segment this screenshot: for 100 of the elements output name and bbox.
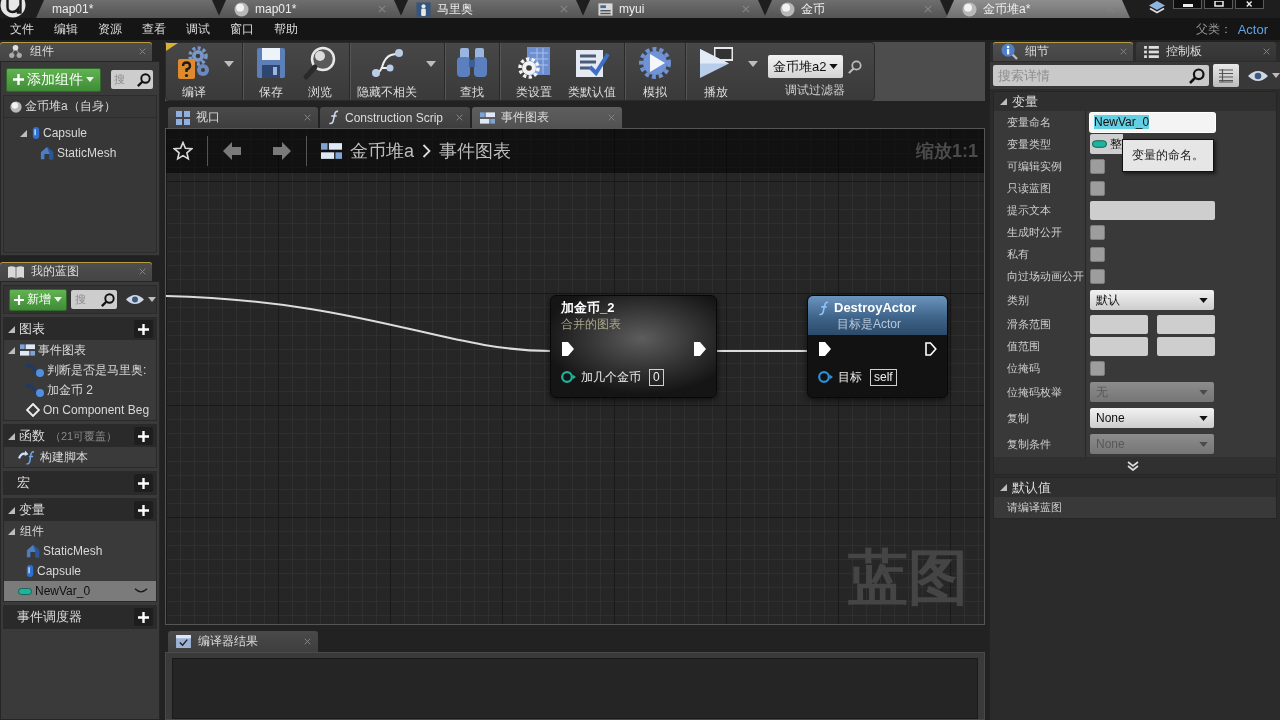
pin-value-field[interactable]: self	[870, 368, 897, 386]
expander-icon[interactable]	[20, 129, 27, 137]
expander-icon[interactable]	[8, 527, 15, 535]
expander-icon[interactable]	[8, 346, 15, 354]
expander-icon[interactable]	[1000, 98, 1007, 105]
close-icon[interactable]	[139, 268, 146, 275]
panel-tab[interactable]: 细节	[993, 42, 1133, 61]
pin-value-field[interactable]: 0	[649, 368, 664, 386]
toolbar-button[interactable]: 编译	[170, 43, 218, 99]
exec-pin-icon[interactable]	[819, 342, 831, 356]
forward-arrow-icon[interactable]	[272, 141, 292, 161]
parent-class-link[interactable]: Actor	[1237, 21, 1268, 37]
close-icon[interactable]	[304, 638, 311, 645]
caret-icon[interactable]	[426, 61, 436, 67]
add-button[interactable]	[134, 427, 153, 445]
caret-icon[interactable]	[148, 297, 156, 302]
graph-tab[interactable]: 事件图表	[472, 107, 622, 128]
toolbar-button[interactable]: 播放	[690, 43, 742, 99]
checkbox[interactable]	[1090, 180, 1105, 196]
tree-item[interactable]: Capsule	[4, 123, 156, 143]
menu-item[interactable]: 文件	[0, 18, 44, 40]
checkbox[interactable]	[1090, 158, 1105, 174]
search-icon[interactable]	[848, 59, 863, 74]
toolbar-button[interactable]: 类设置	[504, 43, 564, 99]
add-button[interactable]	[134, 608, 153, 626]
breadcrumb-link[interactable]: 金币堆a	[350, 139, 414, 163]
data-pin-icon[interactable]	[818, 371, 833, 383]
close-icon[interactable]	[456, 114, 463, 121]
expander-icon[interactable]	[8, 432, 15, 440]
close-icon[interactable]	[1120, 48, 1127, 55]
close-icon[interactable]	[304, 114, 311, 121]
number-field[interactable]	[1090, 336, 1148, 356]
tree-item[interactable]: 加金币 2	[4, 380, 156, 400]
document-tab[interactable]: 金币堆a*	[946, 0, 1130, 18]
tree-item[interactable]: Capsule	[4, 561, 156, 581]
tree-item[interactable]: 事件图表	[4, 340, 156, 360]
tree-item[interactable]: On Component Beg	[4, 400, 156, 420]
menu-item[interactable]: 窗口	[220, 18, 264, 40]
number-field[interactable]	[1157, 336, 1215, 356]
breadcrumb-link[interactable]: 事件图表	[439, 139, 511, 163]
document-tab[interactable]: 马里奥	[400, 0, 584, 18]
checkbox[interactable]	[1090, 224, 1105, 240]
layers-icon[interactable]	[1149, 1, 1165, 15]
panel-tab[interactable]: 控制板	[1136, 42, 1276, 61]
text-field[interactable]	[1090, 200, 1215, 220]
document-tab[interactable]: myui	[582, 0, 766, 18]
dropdown[interactable]: 默认	[1090, 290, 1214, 310]
tree-item[interactable]: 组件	[4, 521, 156, 541]
caret-icon[interactable]	[224, 61, 234, 67]
text-field[interactable]: NewVar_0	[1090, 112, 1215, 132]
window-close-button[interactable]	[1235, 0, 1264, 9]
menu-item[interactable]: 资源	[88, 18, 132, 40]
data-pin-icon[interactable]	[561, 371, 576, 383]
exec-pin-icon[interactable]	[694, 342, 706, 356]
checkbox[interactable]	[1090, 246, 1105, 262]
number-field[interactable]	[1157, 314, 1215, 334]
expander-icon[interactable]	[8, 506, 15, 514]
panel-tab[interactable]: 我的蓝图	[0, 262, 152, 281]
minimize-button[interactable]	[1173, 0, 1202, 9]
caret-icon[interactable]	[748, 61, 758, 67]
type-selector[interactable]: 整	[1090, 134, 1123, 154]
tree-item[interactable]: 构建脚本	[4, 447, 156, 467]
menu-item[interactable]: 帮助	[264, 18, 308, 40]
closed-eye-icon[interactable]	[134, 588, 148, 594]
view-options-button[interactable]	[1213, 64, 1239, 87]
dropdown[interactable]: None	[1090, 408, 1214, 428]
expander-icon[interactable]	[1000, 484, 1007, 491]
expander-icon[interactable]	[8, 325, 15, 333]
checkbox[interactable]	[1090, 268, 1105, 284]
toolbar-button[interactable]: 类默认值	[564, 43, 620, 99]
maximize-button[interactable]	[1204, 0, 1233, 9]
double-chevron-icon[interactable]	[1127, 460, 1139, 471]
toolbar-button[interactable]: 浏览	[295, 43, 345, 99]
panel-tab[interactable]: 组件	[0, 42, 152, 61]
document-tab[interactable]: 金币	[764, 0, 948, 18]
eye-icon[interactable]	[1248, 69, 1268, 82]
close-icon[interactable]	[1263, 48, 1270, 55]
tree-item[interactable]: NewVar_0	[4, 581, 156, 601]
graph-tab[interactable]: Construction Scrip	[320, 107, 470, 128]
graph-tab[interactable]: 视口	[168, 107, 318, 128]
toolbar-button[interactable]: 保存	[247, 43, 295, 99]
exec-pin-icon[interactable]	[925, 342, 937, 356]
add-button[interactable]	[134, 320, 153, 338]
panel-tab[interactable]: 编译器结果	[168, 631, 318, 652]
menu-item[interactable]: 编辑	[44, 18, 88, 40]
tree-item[interactable]: StaticMesh	[4, 143, 156, 163]
caret-icon[interactable]	[1272, 73, 1280, 78]
add-button[interactable]	[134, 474, 153, 492]
add-button[interactable]	[134, 501, 153, 519]
menu-item[interactable]: 查看	[132, 18, 176, 40]
checkbox[interactable]	[1090, 360, 1105, 376]
exec-pin-icon[interactable]	[562, 342, 574, 356]
menu-item[interactable]: 调试	[176, 18, 220, 40]
toolbar-button[interactable]: 模拟	[629, 43, 681, 99]
number-field[interactable]	[1090, 314, 1148, 334]
back-arrow-icon[interactable]	[222, 141, 242, 161]
document-tab[interactable]: map01*	[36, 0, 220, 18]
tree-item[interactable]: StaticMesh	[4, 541, 156, 561]
close-icon[interactable]	[139, 48, 146, 55]
tree-item[interactable]: 金币堆a（自身）	[4, 96, 156, 118]
